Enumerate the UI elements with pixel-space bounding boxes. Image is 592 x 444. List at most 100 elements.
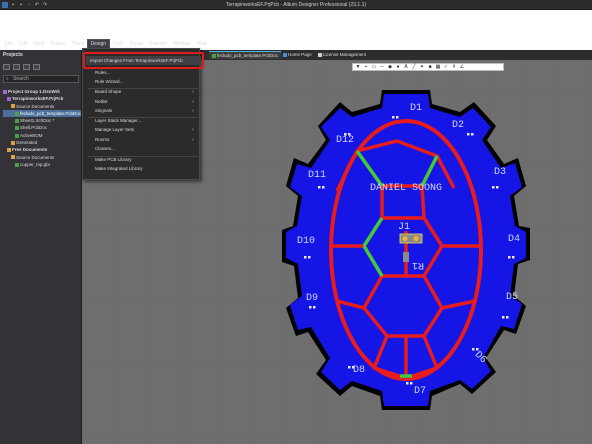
- led-pad: [410, 382, 413, 385]
- tree-item[interactable]: ActiveBOM: [3, 132, 81, 139]
- via-icon[interactable]: ●: [395, 64, 401, 70]
- j1-pad-1: [402, 235, 408, 242]
- fill-icon[interactable]: ▦: [435, 64, 441, 70]
- grid-icon[interactable]: #: [451, 64, 457, 70]
- design-menu-item[interactable]: Netlist: [95, 99, 108, 104]
- panel-toolbar: [3, 64, 40, 70]
- menu-project[interactable]: Project: [47, 40, 69, 48]
- tree-item-label: Source Documents: [16, 103, 55, 109]
- r1-footprint[interactable]: [403, 252, 409, 262]
- designator-d11[interactable]: D11: [308, 170, 326, 181]
- design-menu-item[interactable]: Make PCB Library: [95, 157, 132, 162]
- tree-item-label: fecludo_pcb_template.PcbDoc: [20, 110, 81, 116]
- designator-r1[interactable]: R1: [412, 259, 424, 270]
- designator-j1[interactable]: J1: [398, 222, 410, 233]
- menu-reports[interactable]: Reports: [146, 40, 170, 48]
- doc-icon: [15, 162, 19, 167]
- design-menu-item[interactable]: Rule Wizard...: [95, 79, 123, 84]
- design-menu-item[interactable]: Manage Layer Sets: [95, 127, 134, 132]
- design-menu-item[interactable]: Rooms: [95, 137, 109, 142]
- settings-icon[interactable]: [33, 64, 40, 70]
- led-pad: [318, 186, 321, 189]
- designator-d12[interactable]: D12: [336, 135, 354, 146]
- designator-d3[interactable]: D3: [494, 167, 506, 178]
- proj-icon: [7, 97, 11, 102]
- design-menu-item[interactable]: Board Shape: [95, 89, 121, 94]
- design-menu-item[interactable]: xSignals: [95, 108, 112, 113]
- menu-edit[interactable]: Edit: [16, 40, 31, 48]
- tree-item[interactable]: Shell.PcbDoc: [3, 124, 81, 131]
- project-search-input[interactable]: ⌕ Search: [3, 75, 79, 83]
- menu-route[interactable]: Route: [127, 40, 146, 48]
- tree-item[interactable]: copper_top.gbr: [3, 161, 81, 168]
- tree-item[interactable]: fecludo_pcb_template.PcbDoc: [3, 109, 81, 118]
- tab-license-management[interactable]: License Management: [315, 51, 369, 59]
- angle-icon[interactable]: ∠: [459, 64, 465, 70]
- place-icon[interactable]: ◆: [387, 64, 393, 70]
- rect-select-icon[interactable]: ▭: [371, 64, 377, 70]
- doc-icon: [15, 126, 19, 131]
- tree-item[interactable]: Sheet1.SchDoc *: [3, 117, 81, 124]
- line-icon[interactable]: ╱: [411, 64, 417, 70]
- tree-item-label: Shell.PcbDoc: [20, 125, 48, 131]
- pad-icon[interactable]: ■: [427, 64, 433, 70]
- designator-d7[interactable]: D7: [414, 386, 426, 397]
- menu-separator: [88, 88, 198, 89]
- bulb-icon[interactable]: ✦: [419, 64, 425, 70]
- led-pad: [512, 256, 515, 259]
- menu-design[interactable]: Design: [86, 39, 111, 49]
- plus-icon[interactable]: +: [363, 64, 369, 70]
- design-menu-item[interactable]: Classes...: [95, 146, 115, 151]
- new-project-icon[interactable]: [3, 64, 10, 70]
- tree-item[interactable]: TerrapinworksEF.PrjPcb: [3, 95, 81, 102]
- tree-item[interactable]: Free Documents: [3, 146, 81, 153]
- menu-view[interactable]: View: [31, 40, 48, 48]
- silk-name-text: DANIEL SOONG: [370, 183, 442, 194]
- led-pad: [492, 186, 495, 189]
- menu-help[interactable]: Help: [193, 40, 209, 48]
- submenu-arrow-icon: ›: [192, 99, 194, 105]
- route-icon[interactable]: ∼: [379, 64, 385, 70]
- tree-item-label: Source Documents: [16, 154, 55, 160]
- designator-d10[interactable]: D10: [297, 236, 315, 247]
- designator-d2[interactable]: D2: [452, 120, 464, 131]
- designator-d9[interactable]: D9: [306, 293, 318, 304]
- designator-d5[interactable]: D5: [506, 292, 518, 303]
- submenu-arrow-icon: ›: [192, 127, 194, 133]
- menu-tools[interactable]: Tools: [109, 40, 127, 48]
- tree-item[interactable]: Source Documents: [3, 103, 81, 110]
- design-menu-item[interactable]: Rules...: [95, 70, 110, 75]
- led-pad: [496, 186, 499, 189]
- tree-item[interactable]: Project Group 1.DsnWrk: [3, 88, 81, 95]
- led-pad: [392, 116, 395, 119]
- tab-home-page[interactable]: Home Page: [280, 51, 315, 59]
- project-tree: Project Group 1.DsnWrk TerrapinworksEF.Pr…: [3, 88, 81, 168]
- led-pad: [309, 306, 312, 309]
- tree-item-label: Free Documents: [12, 147, 48, 153]
- tab-pcbdoc[interactable]: fecludo_pcb_template.PcbDoc: [209, 51, 282, 59]
- design-menu-item[interactable]: Layer Stack Manager...: [95, 118, 141, 123]
- tree-item[interactable]: Source Documents: [3, 154, 81, 161]
- led-pad: [322, 186, 325, 189]
- add-icon[interactable]: [13, 64, 20, 70]
- menu-separator: [88, 156, 198, 157]
- folder-icon: [11, 155, 15, 160]
- tree-item[interactable]: Generated: [3, 139, 81, 146]
- text-icon[interactable]: A: [403, 64, 409, 70]
- check-icon[interactable]: ✓: [443, 64, 449, 70]
- led-pad: [406, 382, 409, 385]
- design-menu-item[interactable]: Make Integrated Library: [95, 166, 143, 171]
- pcb-active-bar: ▼ + ▭ ∼ ◆ ● A ╱ ✦ ■ ▦ ✓ # ∠: [352, 63, 504, 71]
- pcb-board[interactable]: DANIEL SOONG D1D2D3D4D5D6D7D8D9D10D11D12…: [282, 86, 530, 416]
- menu-place[interactable]: Place: [69, 40, 88, 48]
- folder-icon: [11, 140, 15, 145]
- menu-window[interactable]: Window: [170, 40, 194, 48]
- designator-d1[interactable]: D1: [410, 103, 422, 114]
- pcb-doc-icon: [212, 53, 216, 58]
- refresh-icon[interactable]: [23, 64, 30, 70]
- designator-d4[interactable]: D4: [508, 234, 520, 245]
- designator-d8[interactable]: D8: [353, 365, 365, 376]
- menu-file[interactable]: File: [2, 40, 16, 48]
- filter-icon[interactable]: ▼: [355, 64, 361, 70]
- tree-item-label: ActiveBOM: [20, 132, 43, 138]
